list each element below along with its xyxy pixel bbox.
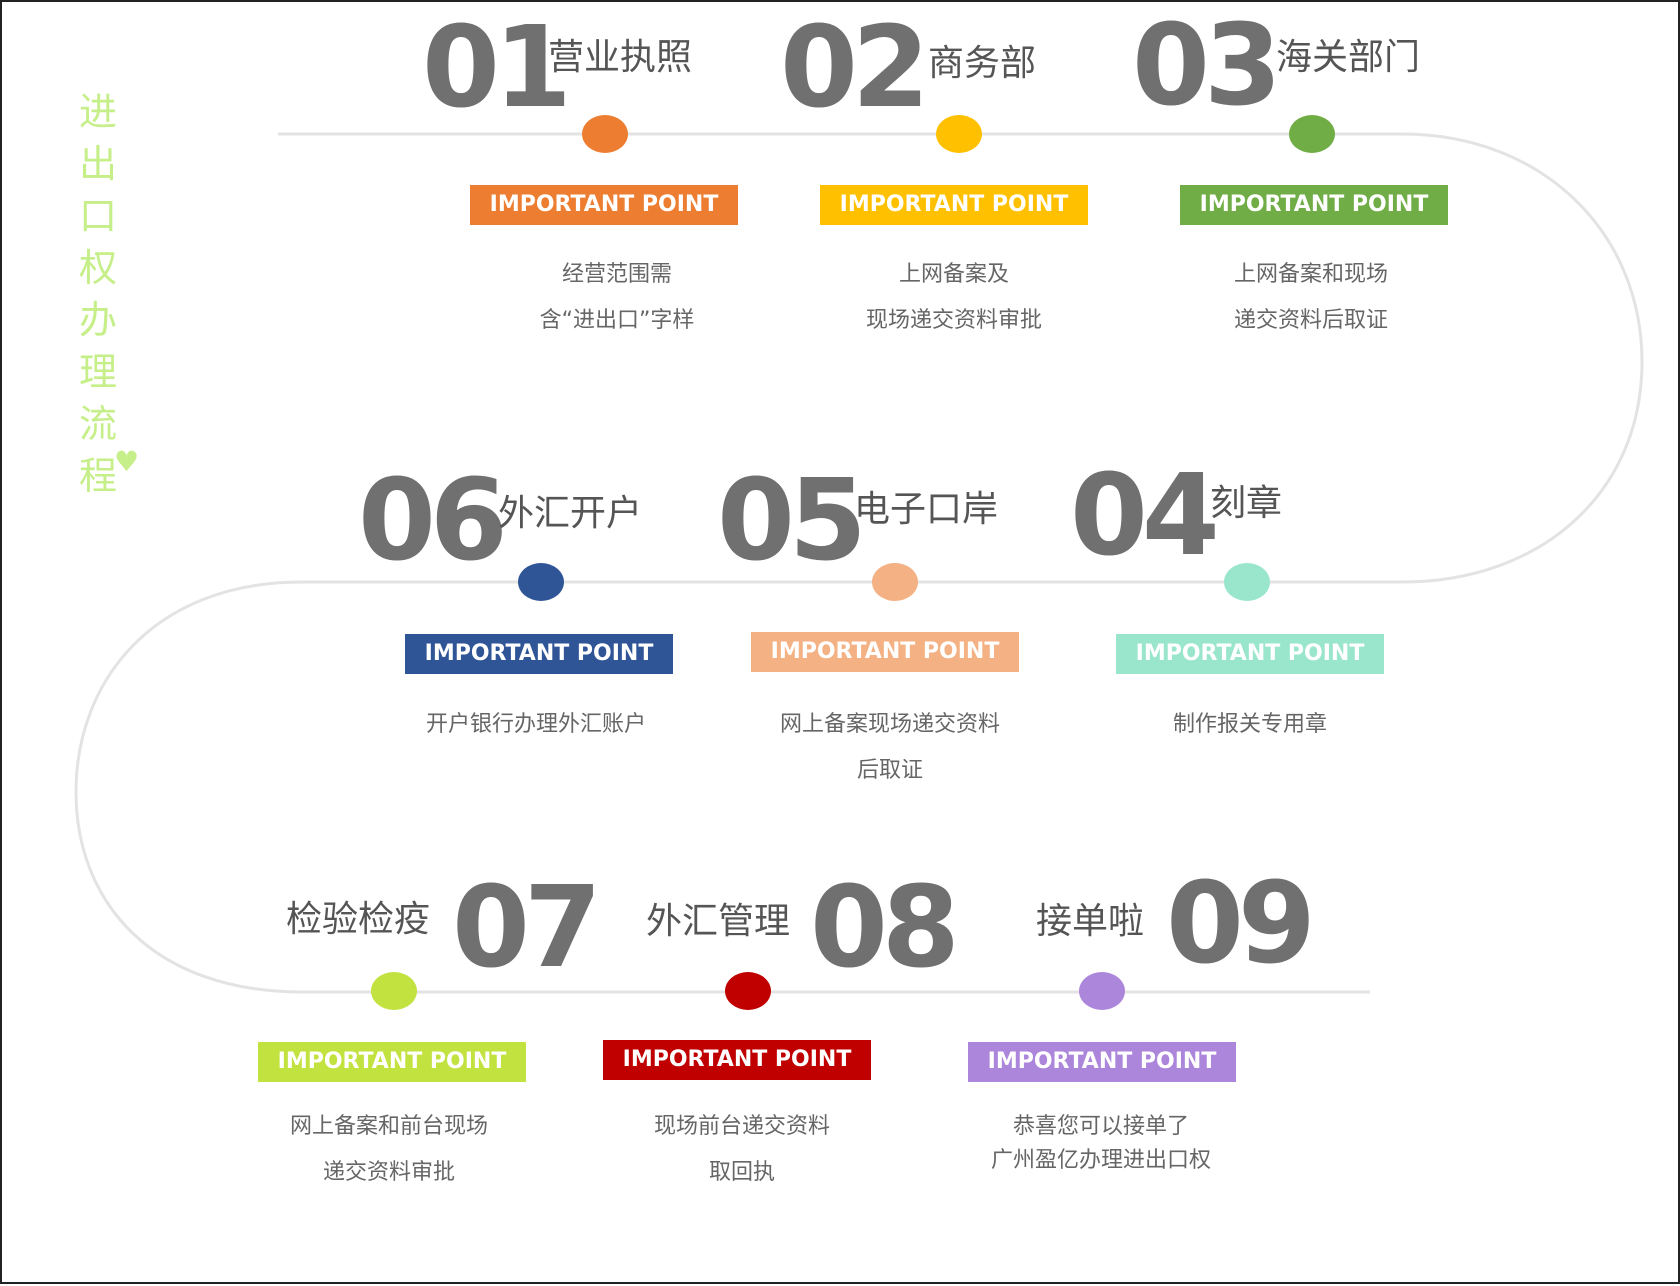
step-6-number: 06 bbox=[358, 456, 508, 586]
step-9-title: 接单啦 bbox=[1036, 901, 1145, 942]
step-5-desc-line: 网上备案现场递交资料 bbox=[779, 712, 1000, 737]
step-4-number: 04 bbox=[1070, 451, 1220, 581]
step-6-description: 开户银行办理外汇账户 bbox=[376, 702, 696, 748]
step-8-dot bbox=[725, 972, 771, 1010]
step-9-description: 恭喜您可以接单了 广州盈亿办理进出口权 bbox=[941, 1110, 1261, 1178]
title-char: 流 bbox=[78, 402, 117, 446]
title-char: 出 bbox=[78, 142, 117, 186]
step-5-desc-line: 后取证 bbox=[856, 758, 923, 783]
step-8-badge: IMPORTANT POINT bbox=[603, 1040, 871, 1080]
step-4-desc-line: 制作报关专用章 bbox=[1172, 712, 1327, 737]
step-3-dot bbox=[1289, 115, 1335, 153]
step-2-desc-line: 现场递交资料审批 bbox=[865, 308, 1042, 333]
step-9-dot bbox=[1079, 972, 1125, 1010]
title-char: 理 bbox=[78, 350, 117, 394]
step-2-description: 上网备案及 现场递交资料审批 bbox=[794, 252, 1114, 344]
step-2-dot bbox=[936, 115, 982, 153]
step-3-description: 上网备案和现场 递交资料后取证 bbox=[1151, 252, 1471, 344]
step-9-desc-line: 广州盈亿办理进出口权 bbox=[990, 1148, 1211, 1173]
step-3-badge: IMPORTANT POINT bbox=[1180, 185, 1448, 225]
step-2-desc-line: 上网备案及 bbox=[898, 262, 1009, 287]
step-3-number: 03 bbox=[1132, 1, 1282, 131]
step-6-dot bbox=[518, 563, 564, 601]
step-8-desc-line: 现场前台递交资料 bbox=[653, 1114, 830, 1139]
title-char: 权 bbox=[78, 246, 117, 290]
step-5-description: 网上备案现场递交资料 后取证 bbox=[730, 702, 1050, 794]
step-9-desc-line: 恭喜您可以接单了 bbox=[1012, 1114, 1189, 1139]
step-2-title: 商务部 bbox=[928, 43, 1037, 84]
step-6-title: 外汇开户 bbox=[498, 493, 643, 534]
step-9-number: 09 bbox=[1166, 859, 1316, 989]
step-1-dot bbox=[582, 115, 628, 153]
step-4-description: 制作报关专用章 bbox=[1090, 702, 1410, 748]
title-char: 口 bbox=[78, 194, 117, 238]
step-4-dot bbox=[1224, 563, 1270, 601]
step-3-desc-line: 递交资料后取证 bbox=[1233, 308, 1388, 333]
step-8-description: 现场前台递交资料 取回执 bbox=[582, 1104, 902, 1196]
step-5-number: 05 bbox=[717, 456, 867, 586]
step-3-desc-line: 上网备案和现场 bbox=[1233, 262, 1388, 287]
step-4-title: 刻章 bbox=[1210, 483, 1283, 524]
step-1-badge: IMPORTANT POINT bbox=[470, 185, 738, 225]
step-1-desc-line: 含“进出口”字样 bbox=[539, 308, 695, 333]
step-5-dot bbox=[872, 563, 918, 601]
step-2-badge: IMPORTANT POINT bbox=[820, 185, 1088, 225]
vertical-title: 进 出 口 权 办 理 流 程 bbox=[74, 86, 122, 502]
step-6-badge: IMPORTANT POINT bbox=[405, 634, 673, 674]
title-char: 办 bbox=[78, 298, 117, 342]
title-char: 进 bbox=[78, 90, 117, 134]
step-1-description: 经营范围需 含“进出口”字样 bbox=[457, 252, 777, 344]
step-3-title: 海关部门 bbox=[1276, 37, 1421, 78]
step-6-desc-line: 开户银行办理外汇账户 bbox=[425, 712, 646, 737]
step-5-badge: IMPORTANT POINT bbox=[751, 632, 1019, 672]
step-2-number: 02 bbox=[780, 3, 930, 133]
heart-icon: ♥ bbox=[114, 445, 140, 478]
process-diagram: 进 出 口 权 办 理 流 程 ♥ 01 营业执照 IMPORTANT POIN… bbox=[0, 0, 1680, 1284]
step-7-dot bbox=[371, 972, 417, 1010]
step-7-title: 检验检疫 bbox=[286, 899, 431, 940]
step-9-badge: IMPORTANT POINT bbox=[968, 1042, 1236, 1082]
step-8-title: 外汇管理 bbox=[646, 901, 791, 942]
step-1-number: 01 bbox=[422, 3, 572, 133]
step-1-title: 营业执照 bbox=[548, 37, 693, 78]
step-7-desc-line: 递交资料审批 bbox=[322, 1160, 455, 1185]
step-8-number: 08 bbox=[810, 863, 960, 993]
step-8-desc-line: 取回执 bbox=[708, 1160, 775, 1185]
step-1-desc-line: 经营范围需 bbox=[561, 262, 672, 287]
step-4-badge: IMPORTANT POINT bbox=[1116, 634, 1384, 674]
step-5-title: 电子口岸 bbox=[854, 489, 999, 530]
step-7-description: 网上备案和前台现场 递交资料审批 bbox=[229, 1104, 549, 1196]
step-7-desc-line: 网上备案和前台现场 bbox=[289, 1114, 488, 1139]
step-7-number: 07 bbox=[452, 863, 602, 993]
step-7-badge: IMPORTANT POINT bbox=[258, 1042, 526, 1082]
